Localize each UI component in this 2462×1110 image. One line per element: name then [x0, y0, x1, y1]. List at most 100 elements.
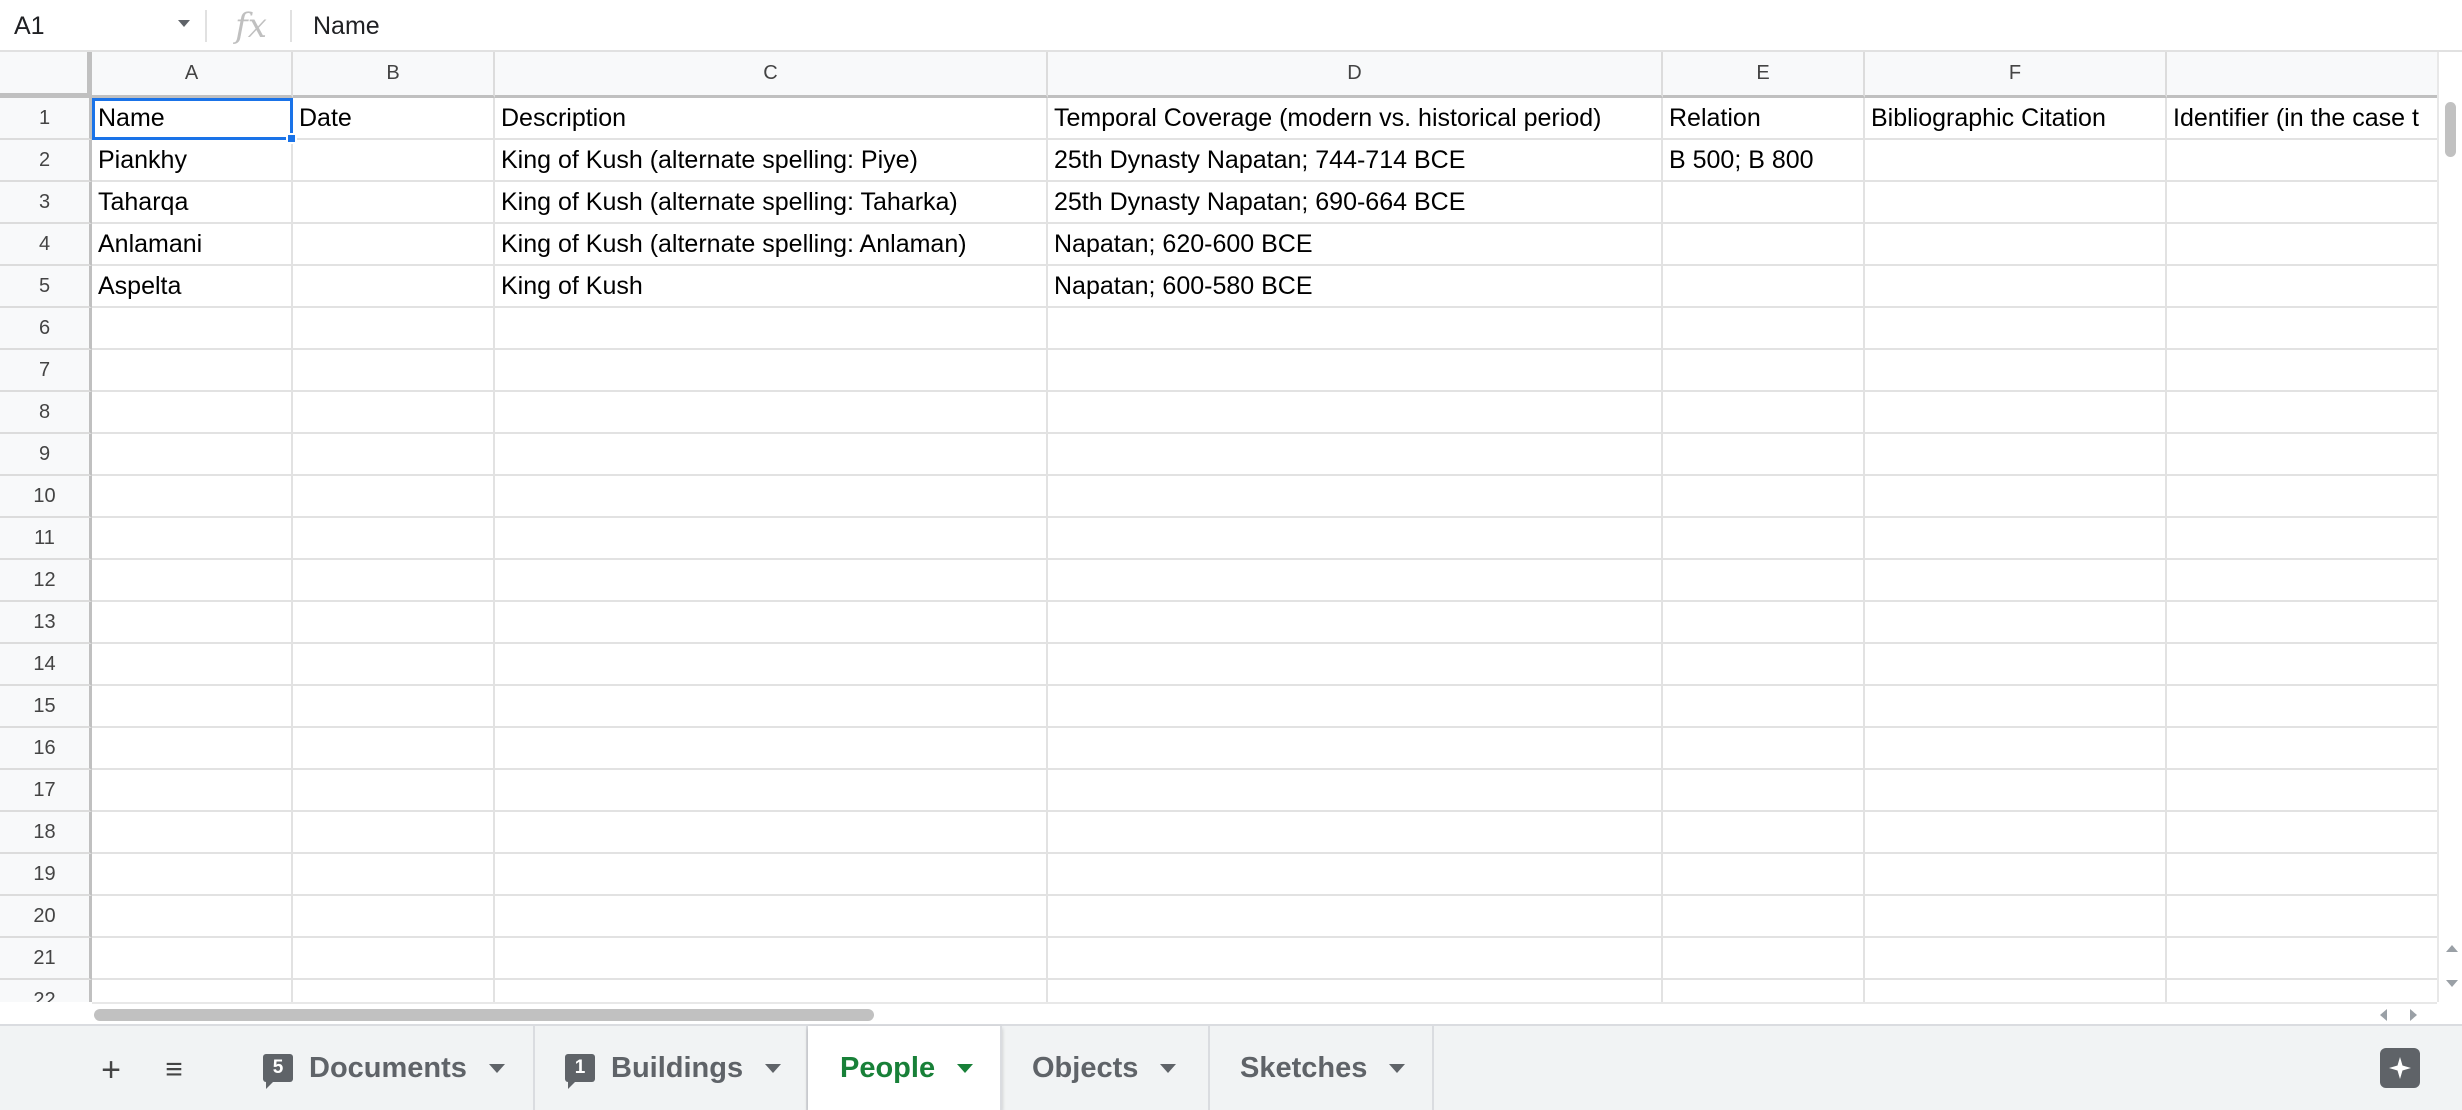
- row-header-17[interactable]: 17: [0, 770, 92, 812]
- cell-c7[interactable]: [495, 350, 1048, 392]
- cell-d3[interactable]: 25th Dynasty Napatan; 690-664 BCE: [1048, 182, 1663, 224]
- cell-c15[interactable]: [495, 686, 1048, 728]
- list-icon[interactable]: ≡: [152, 1048, 196, 1092]
- cell-c12[interactable]: [495, 560, 1048, 602]
- row-header-14[interactable]: 14: [0, 644, 92, 686]
- cell-b13[interactable]: [293, 602, 495, 644]
- cell-g21[interactable]: [2167, 938, 2462, 980]
- cell-f11[interactable]: [1865, 518, 2167, 560]
- column-header-d[interactable]: D: [1048, 52, 1663, 98]
- horizontal-scroll-thumb[interactable]: [94, 1009, 874, 1021]
- cell-d1[interactable]: Temporal Coverage (modern vs. historical…: [1048, 98, 1663, 140]
- cell-g7[interactable]: [2167, 350, 2462, 392]
- row-header-2[interactable]: 2: [0, 140, 92, 182]
- caret-down-icon[interactable]: [488, 1063, 505, 1073]
- vertical-scroll-thumb[interactable]: [2445, 102, 2456, 157]
- cell-a2[interactable]: Piankhy: [92, 140, 293, 182]
- row-header-9[interactable]: 9: [0, 434, 92, 476]
- cell-g4[interactable]: [2167, 224, 2462, 266]
- cell-d6[interactable]: [1048, 308, 1663, 350]
- cell-g1[interactable]: Identifier (in the case t: [2167, 98, 2462, 140]
- cell-d10[interactable]: [1048, 476, 1663, 518]
- cell-c10[interactable]: [495, 476, 1048, 518]
- cell-b22[interactable]: [293, 980, 495, 1002]
- cell-e5[interactable]: [1663, 266, 1865, 308]
- cell-e4[interactable]: [1663, 224, 1865, 266]
- cell-f16[interactable]: [1865, 728, 2167, 770]
- cell-c4[interactable]: King of Kush (alternate spelling: Anlama…: [495, 224, 1048, 266]
- cell-d9[interactable]: [1048, 434, 1663, 476]
- cell-b2[interactable]: [293, 140, 495, 182]
- cell-b21[interactable]: [293, 938, 495, 980]
- cell-e21[interactable]: [1663, 938, 1865, 980]
- cell-b3[interactable]: [293, 182, 495, 224]
- cell-d7[interactable]: [1048, 350, 1663, 392]
- cell-f20[interactable]: [1865, 896, 2167, 938]
- cell-b9[interactable]: [293, 434, 495, 476]
- cell-d11[interactable]: [1048, 518, 1663, 560]
- cell-a3[interactable]: Taharqa: [92, 182, 293, 224]
- row-header-4[interactable]: 4: [0, 224, 92, 266]
- cell-b7[interactable]: [293, 350, 495, 392]
- cell-d17[interactable]: [1048, 770, 1663, 812]
- cell-g16[interactable]: [2167, 728, 2462, 770]
- cell-e14[interactable]: [1663, 644, 1865, 686]
- cell-b1[interactable]: Date: [293, 98, 495, 140]
- cell-d22[interactable]: [1048, 980, 1663, 1002]
- cell-d4[interactable]: Napatan; 620-600 BCE: [1048, 224, 1663, 266]
- row-header-19[interactable]: 19: [0, 854, 92, 896]
- cell-a6[interactable]: [92, 308, 293, 350]
- plus-icon[interactable]: +: [89, 1048, 133, 1092]
- cell-a15[interactable]: [92, 686, 293, 728]
- cell-a5[interactable]: Aspelta: [92, 266, 293, 308]
- cell-c18[interactable]: [495, 812, 1048, 854]
- cell-f6[interactable]: [1865, 308, 2167, 350]
- cell-a4[interactable]: Anlamani: [92, 224, 293, 266]
- tab-objects[interactable]: Objects: [1002, 1026, 1210, 1110]
- cell-b19[interactable]: [293, 854, 495, 896]
- horizontal-scrollbar[interactable]: [92, 1002, 2437, 1024]
- cell-a19[interactable]: [92, 854, 293, 896]
- caret-down-icon[interactable]: [178, 20, 190, 27]
- cell-b10[interactable]: [293, 476, 495, 518]
- cell-f22[interactable]: [1865, 980, 2167, 1002]
- cell-f5[interactable]: [1865, 266, 2167, 308]
- cell-c9[interactable]: [495, 434, 1048, 476]
- scroll-left-icon[interactable]: [2380, 1009, 2387, 1021]
- cell-b16[interactable]: [293, 728, 495, 770]
- row-header-10[interactable]: 10: [0, 476, 92, 518]
- cell-c2[interactable]: King of Kush (alternate spelling: Piye): [495, 140, 1048, 182]
- cell-b12[interactable]: [293, 560, 495, 602]
- row-header-18[interactable]: 18: [0, 812, 92, 854]
- cell-d18[interactable]: [1048, 812, 1663, 854]
- cell-g12[interactable]: [2167, 560, 2462, 602]
- cell-b20[interactable]: [293, 896, 495, 938]
- cell-e7[interactable]: [1663, 350, 1865, 392]
- cell-f21[interactable]: [1865, 938, 2167, 980]
- cell-e12[interactable]: [1663, 560, 1865, 602]
- cell-c13[interactable]: [495, 602, 1048, 644]
- cell-d13[interactable]: [1048, 602, 1663, 644]
- cell-c3[interactable]: King of Kush (alternate spelling: Tahark…: [495, 182, 1048, 224]
- select-all-corner[interactable]: [0, 52, 92, 98]
- cell-g14[interactable]: [2167, 644, 2462, 686]
- cell-a1[interactable]: Name: [92, 98, 293, 140]
- cell-g18[interactable]: [2167, 812, 2462, 854]
- cell-b11[interactable]: [293, 518, 495, 560]
- cell-c11[interactable]: [495, 518, 1048, 560]
- row-header-12[interactable]: 12: [0, 560, 92, 602]
- cell-g5[interactable]: [2167, 266, 2462, 308]
- explore-icon[interactable]: [2380, 1048, 2420, 1088]
- cell-e6[interactable]: [1663, 308, 1865, 350]
- caret-down-icon[interactable]: [765, 1063, 782, 1073]
- cell-c20[interactable]: [495, 896, 1048, 938]
- scroll-up-icon[interactable]: [2446, 945, 2458, 952]
- cell-e13[interactable]: [1663, 602, 1865, 644]
- cell-f17[interactable]: [1865, 770, 2167, 812]
- cell-f13[interactable]: [1865, 602, 2167, 644]
- cell-b18[interactable]: [293, 812, 495, 854]
- row-header-13[interactable]: 13: [0, 602, 92, 644]
- cell-e9[interactable]: [1663, 434, 1865, 476]
- cell-f15[interactable]: [1865, 686, 2167, 728]
- row-header-1[interactable]: 1: [0, 98, 92, 140]
